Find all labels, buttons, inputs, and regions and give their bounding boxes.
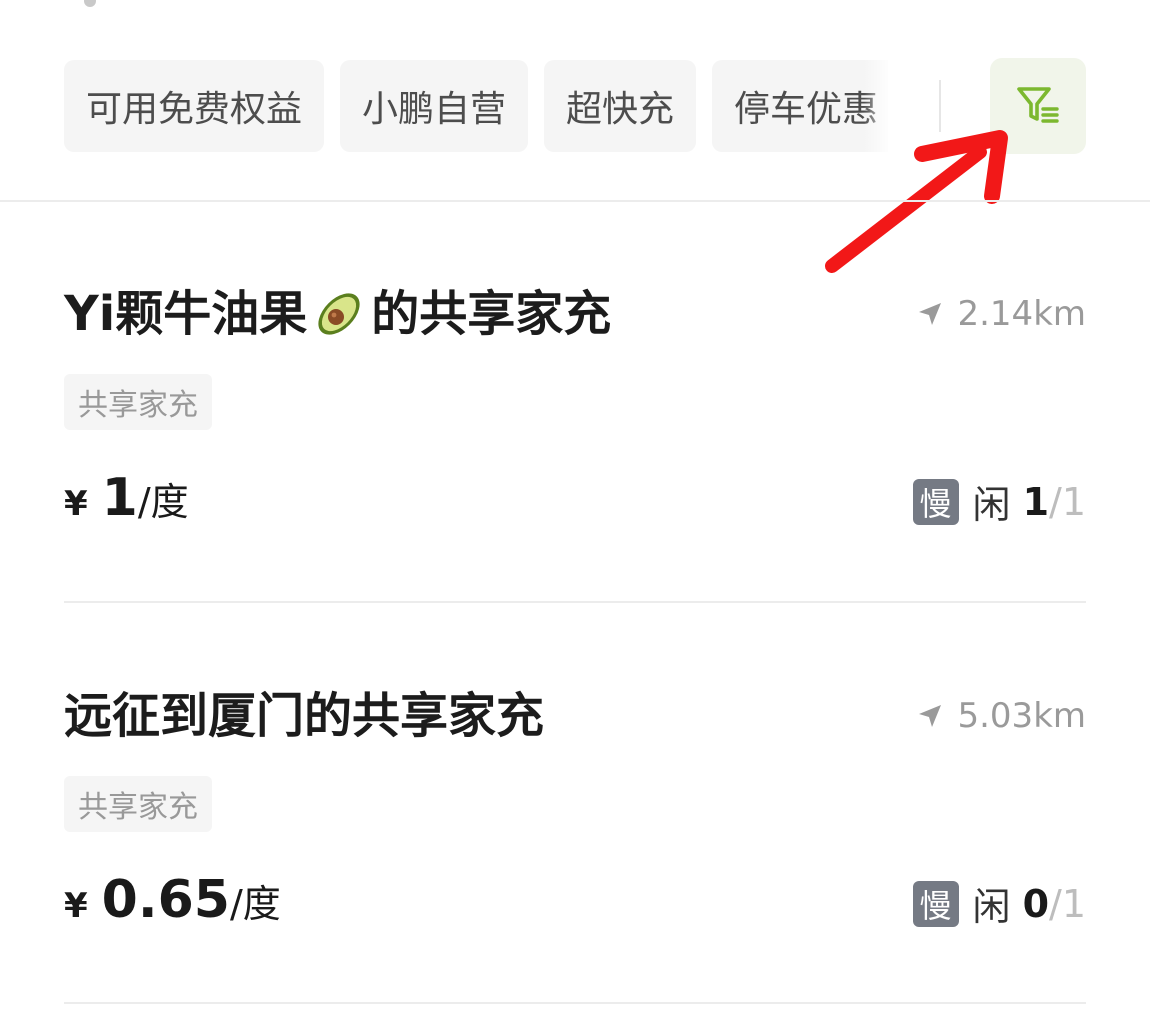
filter-chips: 可用免费权益 小鹏自营 超快充 停车优惠 [64, 60, 888, 152]
station-name: 远征到厦门的共享家充 [64, 684, 544, 748]
slow-charge-badge: 慢 [912, 478, 959, 525]
station-name: Yi颗牛油果 的共享家充 [64, 282, 611, 346]
filter-chip-self-operated[interactable]: 小鹏自营 [340, 60, 529, 152]
price-unit: /度 [137, 480, 189, 524]
notice-dot [84, 0, 96, 7]
charger-availability: 慢 闲 1 /1 [912, 474, 1086, 529]
currency-symbol: ¥ [64, 484, 88, 524]
navigation-arrow-icon [919, 303, 942, 325]
distance-value: 5.03km [957, 696, 1086, 736]
station-type-tag: 共享家充 [64, 776, 212, 832]
chips-divider [939, 80, 941, 132]
slow-charge-badge: 慢 [912, 880, 959, 927]
avocado-emoji [318, 293, 360, 335]
currency-symbol: ¥ [64, 886, 88, 926]
station-name-part1: Yi颗牛油果 [64, 286, 308, 342]
idle-label: 闲 [972, 483, 1011, 527]
row-divider [64, 601, 1086, 603]
total-count: /1 [1049, 479, 1086, 524]
station-name-part1: 远征到厦门的共享家充 [64, 688, 545, 744]
chips-fade [864, 60, 892, 152]
filter-divider [0, 200, 1150, 202]
filter-chip-parking-discount[interactable]: 停车优惠 [712, 60, 888, 152]
distance-value: 2.14km [957, 294, 1086, 334]
filter-funnel-icon [1017, 87, 1059, 123]
idle-label: 闲 [972, 885, 1011, 929]
price-value: 1 [101, 468, 138, 528]
station-distance: 5.03km [917, 696, 1086, 736]
navigation-arrow-icon [919, 705, 942, 727]
price-value: 0.65 [101, 870, 230, 930]
top-notice-cut [84, 0, 1084, 14]
price-unit: /度 [229, 882, 281, 926]
filter-chip-free-benefits[interactable]: 可用免费权益 [64, 60, 325, 152]
idle-count: 0 [1022, 881, 1050, 926]
filter-button[interactable] [990, 58, 1086, 154]
station-distance: 2.14km [917, 294, 1086, 334]
station-price: ¥ 0.65 /度 [64, 870, 281, 930]
row-divider [64, 1002, 1086, 1004]
station-price: ¥ 1 /度 [64, 468, 189, 528]
idle-count: 1 [1022, 479, 1050, 524]
station-type-tag: 共享家充 [64, 374, 212, 430]
station-name-part2: 的共享家充 [371, 286, 612, 342]
total-count: /1 [1049, 881, 1086, 926]
filter-bar: 可用免费权益 小鹏自营 超快充 停车优惠 [64, 58, 1086, 154]
filter-chip-ultra-fast[interactable]: 超快充 [544, 60, 697, 152]
charger-availability: 慢 闲 0 /1 [912, 876, 1086, 931]
